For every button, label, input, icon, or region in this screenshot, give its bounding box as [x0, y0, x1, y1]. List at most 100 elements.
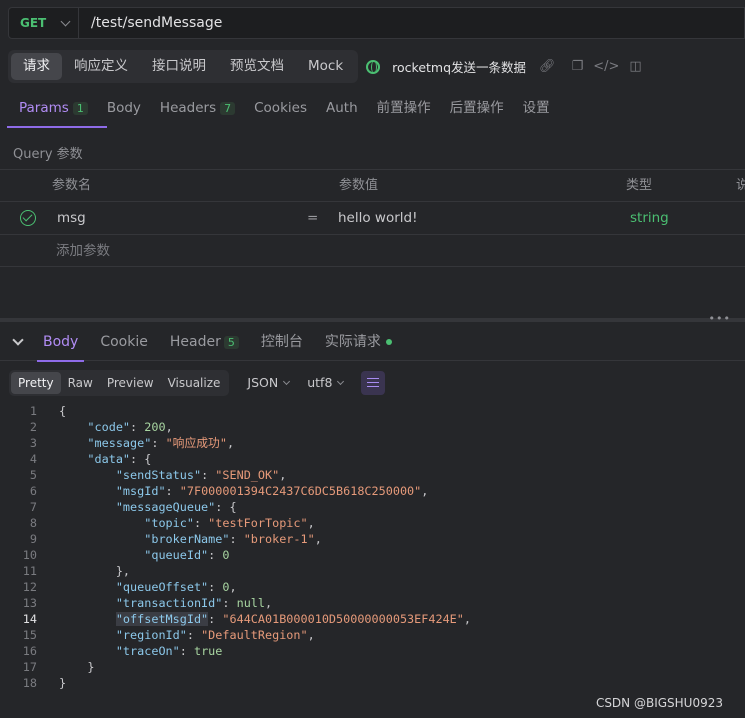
chevron-down-icon[interactable]	[12, 333, 24, 346]
code-text: "topic": "testForTopic",	[144, 516, 315, 530]
response-tab-2[interactable]: Header 5	[170, 325, 239, 361]
param-tab-label: 设置	[522, 100, 550, 116]
add-param-row[interactable]: 添加参数	[0, 234, 745, 267]
table-row: msg = hello world! string	[0, 201, 745, 234]
code-text: "regionId": "DefaultRegion",	[115, 628, 315, 642]
header-param-value: 参数值	[339, 178, 379, 193]
response-tab-label: 实际请求	[324, 333, 381, 350]
url-input[interactable]	[79, 15, 744, 31]
code-line: 1{	[0, 403, 745, 419]
param-tab-7[interactable]: 设置	[504, 92, 550, 128]
line-number: 3	[29, 436, 37, 450]
param-name[interactable]: msg	[57, 202, 86, 234]
equals-sign: =	[307, 210, 319, 226]
code-line: 16 "traceOn": true	[0, 643, 745, 659]
format-select-value: JSON	[247, 375, 279, 390]
more-dots-icon[interactable]: •••	[709, 312, 731, 325]
param-tab-label: Cookies	[254, 100, 307, 116]
response-body-code[interactable]: 1{2 "code": 200, 3 "message": "响应成功", 4 "d…	[0, 403, 745, 691]
response-tab-1[interactable]: Cookie	[100, 325, 148, 361]
param-value[interactable]: hello world!	[338, 202, 418, 234]
code-text: "offsetMsgId": "644CA01B000010D500000000…	[115, 612, 471, 626]
params-table-header: 参数名 参数值 类型 说	[0, 169, 745, 201]
param-tab-6[interactable]: 后置操作	[431, 92, 504, 128]
format-tab-2[interactable]: Preview	[100, 372, 161, 394]
line-number: 15	[22, 628, 37, 642]
code-line: 13 "transactionId": null,	[0, 595, 745, 611]
copy-icon[interactable]: ❐	[572, 59, 584, 74]
param-tab-label: 前置操作	[376, 100, 431, 116]
status-dot-icon	[385, 338, 392, 345]
method-label: GET	[20, 16, 47, 30]
format-bar: Pretty Raw Preview Visualize JSON utf8	[9, 369, 386, 396]
code-line: 12 "queueOffset": 0,	[0, 579, 745, 595]
code-text: "message": "响应成功",	[87, 436, 235, 450]
param-tab-2[interactable]: Headers 7	[141, 92, 236, 128]
tab-3[interactable]: 预览文档	[218, 53, 296, 80]
response-tab-count-badge: 5	[223, 335, 239, 349]
chevron-down-icon	[283, 377, 291, 386]
line-number: 11	[22, 564, 37, 578]
globe-icon	[366, 59, 381, 74]
wrap-lines-icon[interactable]	[361, 370, 386, 395]
code-text: "traceOn": true	[115, 644, 223, 658]
code-line: 11 },	[0, 563, 745, 579]
link-icon[interactable]: 🔗︎	[539, 59, 556, 74]
code-text: }	[59, 676, 67, 690]
tab-2[interactable]: 接口说明	[140, 53, 218, 80]
code-line: 7 "messageQueue": {	[0, 499, 745, 515]
format-tab-0[interactable]: Pretty	[11, 371, 61, 394]
panel-icon[interactable]: ◫	[629, 59, 641, 74]
encoding-select-value: utf8	[307, 375, 333, 390]
line-number: 8	[29, 516, 37, 530]
format-select[interactable]: JSON	[247, 375, 291, 390]
code-text: "sendStatus": "SEND_OK",	[115, 468, 287, 482]
line-number: 5	[29, 468, 37, 482]
param-tab-label: Body	[106, 100, 141, 116]
header-param-desc: 说	[736, 178, 745, 193]
response-tab-list: Body Cookie Header 5 控制台 实际请求	[36, 325, 414, 362]
param-tab-count-badge: 7	[220, 102, 236, 115]
param-tab-label: Headers	[159, 100, 217, 116]
encoding-select[interactable]: utf8	[307, 375, 345, 390]
response-tab-label: 控制台	[260, 333, 303, 350]
format-tab-3[interactable]: Visualize	[161, 372, 228, 394]
code-text: },	[59, 564, 131, 578]
code-line: 18}	[0, 675, 745, 691]
param-tab-3[interactable]: Cookies	[235, 92, 307, 128]
code-text: "queueId": 0	[144, 548, 230, 562]
chevron-down-icon	[60, 16, 71, 26]
code-line: 4 "data": {	[0, 451, 745, 467]
request-tabs-bar: 请求 响应定义 接口说明 预览文档 Mock rocketmq发送一条数据 🔗︎ ❐ <…	[8, 50, 745, 83]
param-tab-5[interactable]: 前置操作	[358, 92, 431, 128]
code-text: "queueOffset": 0,	[115, 580, 237, 594]
param-tab-4[interactable]: Auth	[307, 92, 358, 128]
line-number: 4	[29, 452, 37, 466]
tab-0[interactable]: 请求	[11, 53, 62, 80]
code-icon[interactable]: </>	[593, 59, 619, 74]
header-param-type: 类型	[626, 178, 653, 193]
code-line: 14 "offsetMsgId": "644CA01B000010D500000…	[0, 611, 745, 627]
code-text: "transactionId": null,	[115, 596, 273, 610]
response-tab-label: Cookie	[100, 333, 148, 350]
param-tab-0[interactable]: Params 1	[0, 92, 107, 128]
format-tab-1[interactable]: Raw	[61, 372, 100, 394]
tab-1[interactable]: 响应定义	[62, 53, 140, 80]
check-circle-icon[interactable]	[20, 210, 36, 226]
response-tab-3[interactable]: 控制台	[261, 325, 303, 361]
tab-4[interactable]: Mock	[296, 53, 355, 80]
param-type[interactable]: string	[630, 202, 669, 234]
response-tab-4[interactable]: 实际请求	[325, 325, 392, 361]
line-number: 10	[22, 548, 37, 562]
method-select[interactable]: GET	[9, 8, 79, 38]
code-line: 6 "msgId": "7F000001394C2437C6DC5B618C25…	[0, 483, 745, 499]
add-param-placeholder[interactable]: 添加参数	[56, 235, 110, 267]
code-line: 17 }	[0, 659, 745, 675]
param-tab-1[interactable]: Body	[88, 92, 141, 128]
response-tab-0[interactable]: Body	[36, 325, 85, 362]
response-tabs: Body Cookie Header 5 控制台 实际请求	[0, 325, 745, 362]
panel-divider[interactable]	[0, 318, 745, 322]
line-number: 18	[22, 676, 37, 690]
format-tabs: Pretty Raw Preview Visualize	[9, 369, 230, 396]
line-number: 17	[22, 660, 37, 674]
